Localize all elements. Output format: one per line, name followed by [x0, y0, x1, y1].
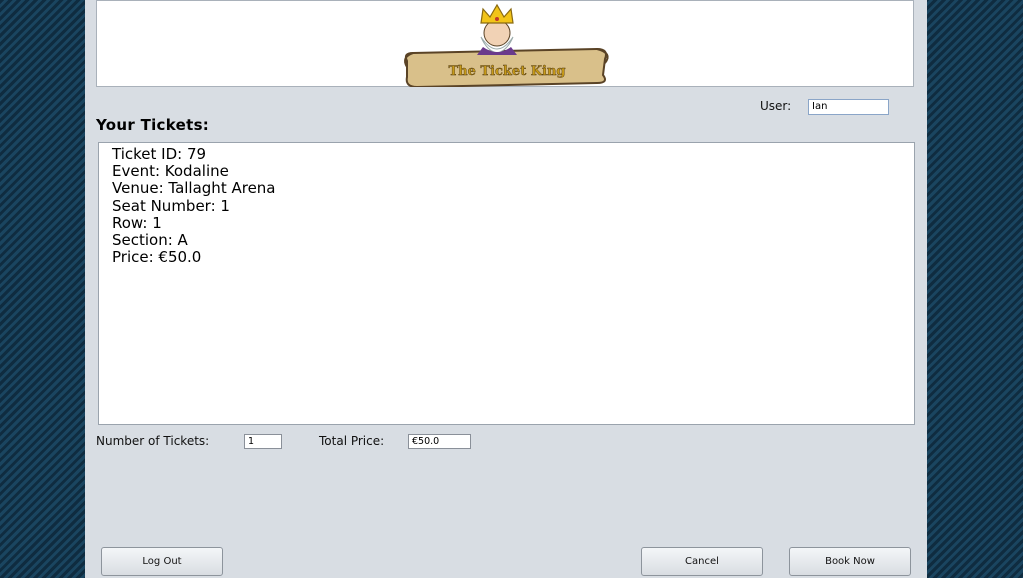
logo-text: The Ticket King [448, 64, 565, 79]
section-line: Section: A [112, 231, 188, 250]
seat-number-line: Seat Number: 1 [112, 196, 230, 215]
user-label: User: [760, 99, 792, 113]
ticket-id-line: Ticket ID: 79 [112, 145, 207, 163]
total-price-label: Total Price: [319, 434, 385, 448]
user-field[interactable]: Ian [808, 99, 889, 115]
header-banner: The Ticket King [96, 0, 914, 87]
book-now-button[interactable]: Book Now [789, 547, 911, 576]
log-out-button[interactable]: Log Out [101, 547, 223, 576]
price-line: Price: €50.0 [112, 248, 202, 267]
event-line: Event: Kodaline [112, 162, 229, 181]
main-panel: The Ticket King User: Ian Your Tickets: … [85, 0, 927, 578]
venue-line: Venue: Tallaght Arena [112, 179, 276, 198]
cancel-button[interactable]: Cancel [641, 547, 763, 576]
total-price-field[interactable]: €50.0 [408, 434, 471, 449]
ticket-king-logo: The Ticket King [404, 3, 609, 87]
your-tickets-heading: Your Tickets: [96, 116, 210, 134]
number-of-tickets-field[interactable]: 1 [244, 434, 282, 449]
number-of-tickets-label: Number of Tickets: [96, 434, 210, 448]
row-line: Row: 1 [112, 213, 162, 232]
tickets-text-area[interactable]: Ticket ID: 79 Event: Kodaline Venue: Tal… [98, 142, 915, 425]
